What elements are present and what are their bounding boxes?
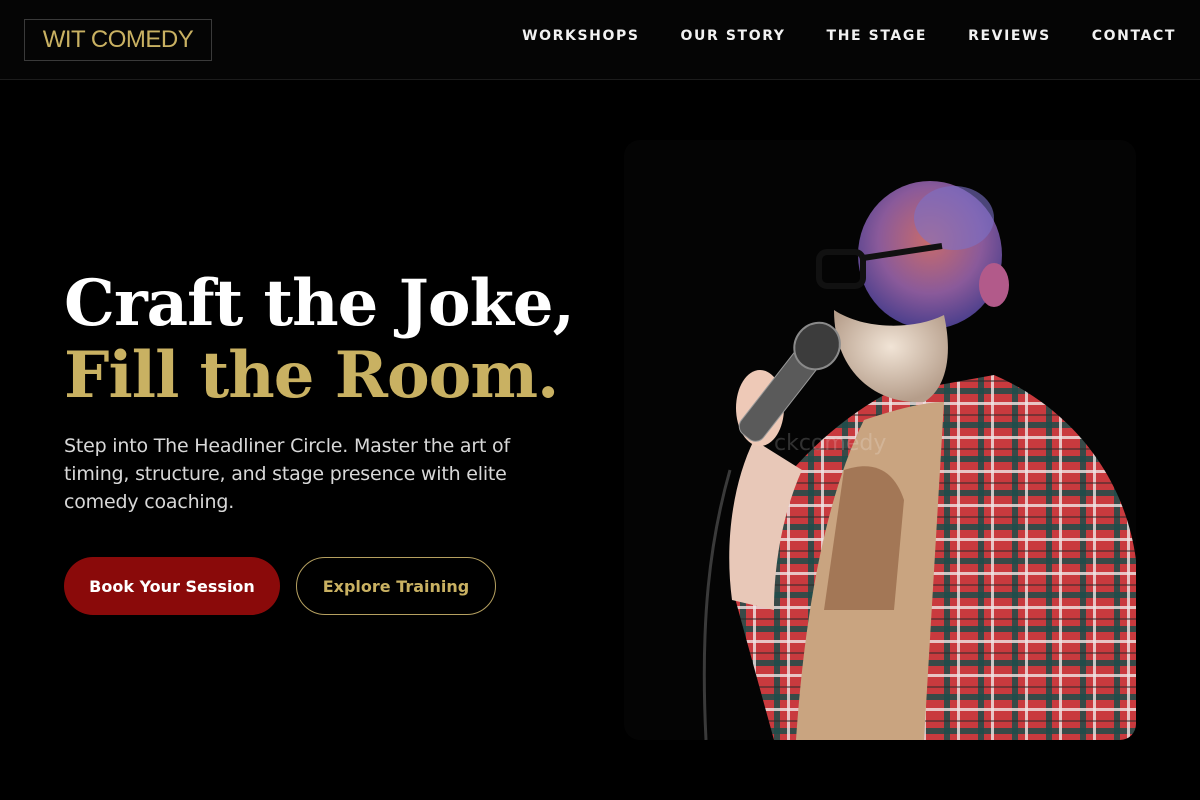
hero-title-line2: Fill the Room.: [64, 338, 559, 413]
explore-training-label: Explore Training: [322, 576, 470, 596]
nav-item-the-stage[interactable]: THE STAGE: [827, 28, 928, 44]
comedian-illustration: ckcomedy: [624, 140, 1136, 740]
hero-photo: ckcomedy: [624, 140, 1136, 740]
brand-logo[interactable]: WIT COMEDY: [24, 19, 212, 61]
brand-logo-text: WIT COMEDY: [42, 26, 194, 53]
main-nav: WORKSHOPS OUR STORY THE STAGE REVIEWS CO…: [522, 28, 1176, 44]
hero-title-line1: Craft the Joke,: [64, 266, 575, 341]
nav-item-contact[interactable]: CONTACT: [1092, 28, 1176, 44]
explore-training-button[interactable]: Explore Training: [296, 557, 496, 615]
book-session-label: Book Your Session: [89, 576, 255, 596]
photo-watermark: ckcomedy: [774, 431, 886, 456]
nav-item-reviews[interactable]: REVIEWS: [968, 28, 1051, 44]
nav-item-our-story[interactable]: OUR STORY: [681, 28, 786, 44]
navbar: WIT COMEDY WORKSHOPS OUR STORY THE STAGE…: [0, 0, 1200, 80]
hero-title: Craft the Joke, Fill the Room.: [64, 268, 584, 412]
book-session-button[interactable]: Book Your Session: [64, 557, 280, 615]
nav-item-workshops[interactable]: WORKSHOPS: [522, 28, 639, 44]
hero-description: Step into The Headliner Circle. Master t…: [64, 435, 510, 513]
